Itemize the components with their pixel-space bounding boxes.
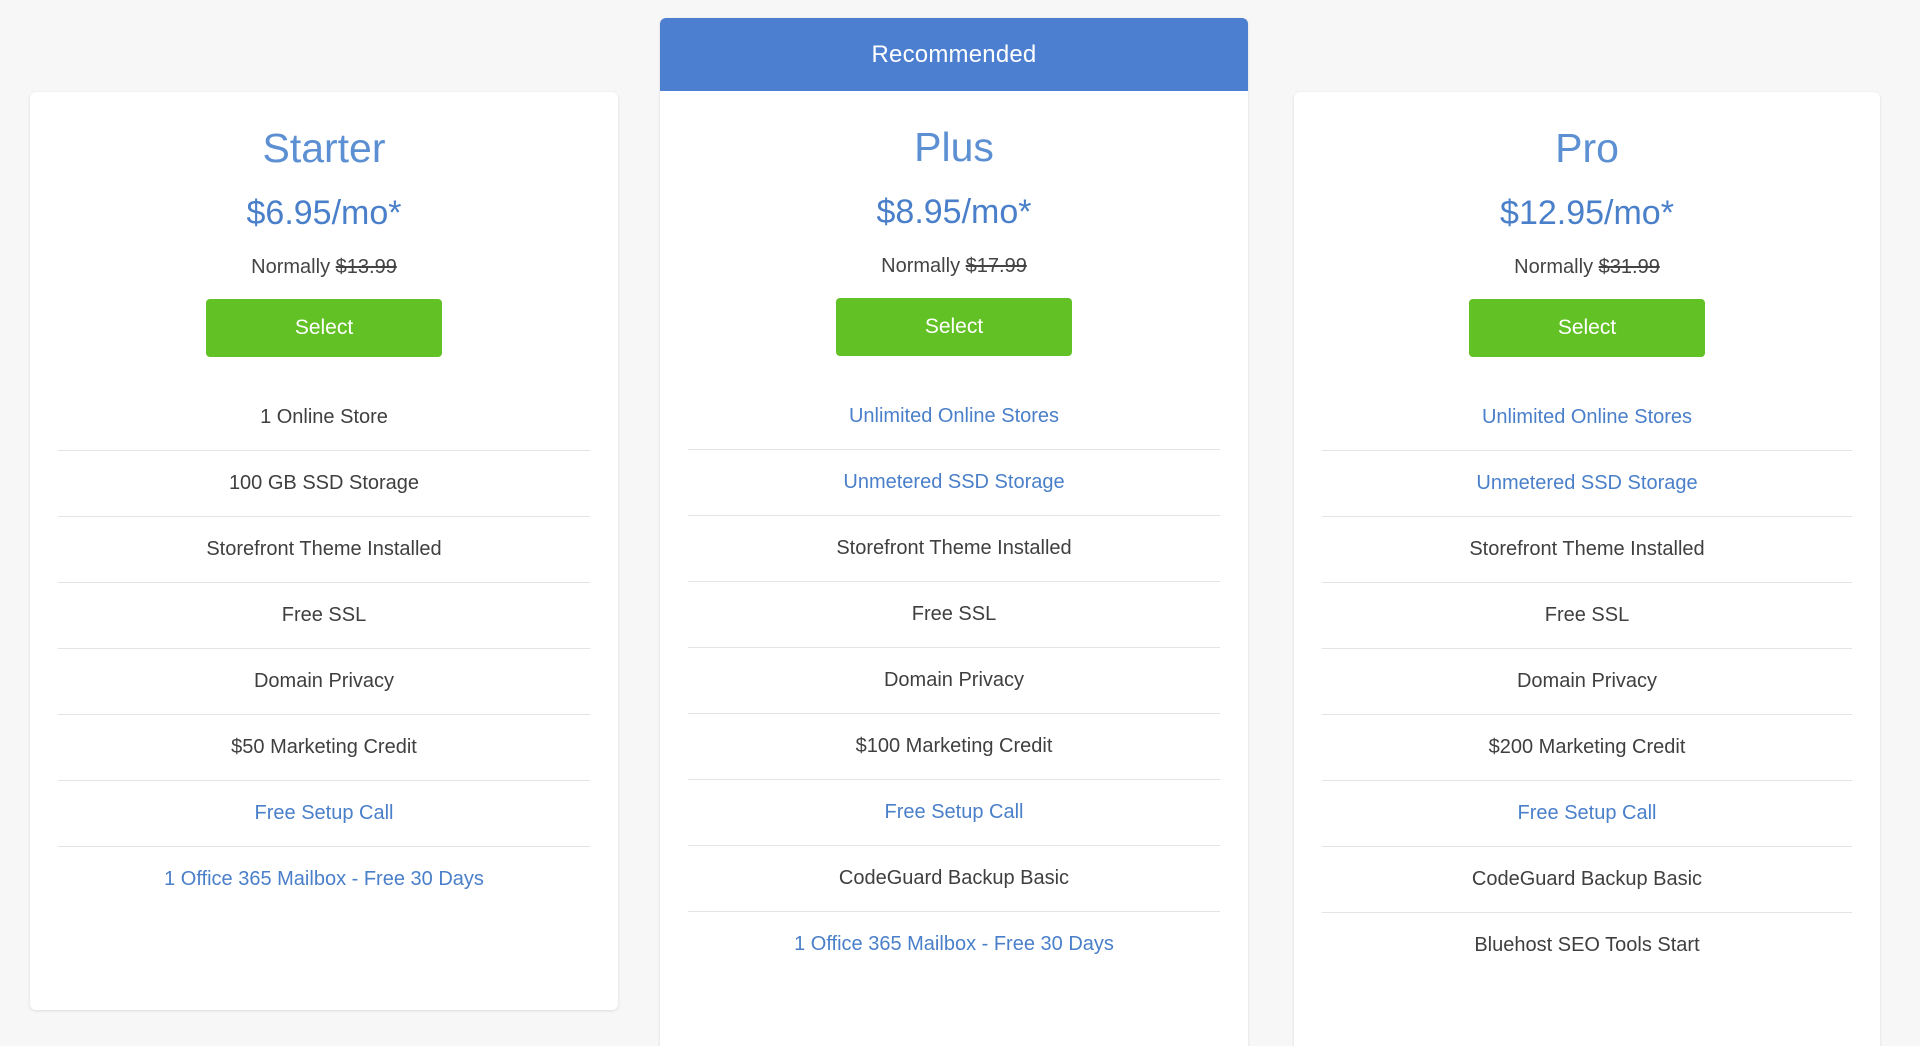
normally-label-plus: Normally: [881, 255, 960, 277]
feature-row: Domain Privacy: [688, 648, 1220, 714]
plan-normally-pro: Normally $31.99: [1294, 257, 1880, 277]
normally-label-pro: Normally: [1514, 256, 1593, 278]
feature-row[interactable]: Unmetered SSD Storage: [1322, 451, 1852, 517]
feature-row: CodeGuard Backup Basic: [1322, 847, 1852, 913]
select-button-pro[interactable]: Select: [1469, 299, 1705, 357]
feature-row: $100 Marketing Credit: [688, 714, 1220, 780]
feature-row[interactable]: 1 Office 365 Mailbox - Free 30 Days: [58, 847, 590, 912]
select-button-plus[interactable]: Select: [836, 298, 1072, 356]
feature-row[interactable]: Free Setup Call: [688, 780, 1220, 846]
feature-list-starter: 1 Online Store100 GB SSD StorageStorefro…: [58, 385, 590, 912]
normally-label-starter: Normally: [251, 256, 330, 278]
pricing-card-starter: Starter $6.95/mo* Normally $13.99 Select…: [30, 92, 618, 1010]
feature-row: Storefront Theme Installed: [1322, 517, 1852, 583]
feature-row: $50 Marketing Credit: [58, 715, 590, 781]
pricing-card-pro: Pro $12.95/mo* Normally $31.99 Select Un…: [1294, 92, 1880, 1046]
select-wrap-plus: Select: [660, 298, 1248, 356]
plan-header-pro: Pro $12.95/mo* Normally $31.99: [1294, 92, 1880, 277]
recommended-ribbon: Recommended: [660, 18, 1248, 91]
select-wrap-pro: Select: [1294, 299, 1880, 357]
plan-normally-starter: Normally $13.99: [30, 257, 618, 277]
feature-row: Storefront Theme Installed: [58, 517, 590, 583]
feature-list-plus: Unlimited Online StoresUnmetered SSD Sto…: [688, 384, 1220, 977]
pricing-card-plus: Plus $8.95/mo* Normally $17.99 Select Un…: [660, 18, 1248, 1046]
plan-price-starter: $6.95/mo*: [30, 196, 618, 230]
card-body-pro: Pro $12.95/mo* Normally $31.99 Select Un…: [1294, 92, 1880, 978]
feature-row[interactable]: Free Setup Call: [1322, 781, 1852, 847]
select-wrap-starter: Select: [30, 299, 618, 357]
card-body-plus: Plus $8.95/mo* Normally $17.99 Select Un…: [660, 18, 1248, 977]
plan-header-starter: Starter $6.95/mo* Normally $13.99: [30, 92, 618, 277]
feature-row: 1 Online Store: [58, 385, 590, 451]
pricing-page: Starter $6.95/mo* Normally $13.99 Select…: [0, 0, 1920, 1046]
recommended-label: Recommended: [872, 41, 1037, 69]
feature-row: Bluehost SEO Tools Start: [1322, 913, 1852, 978]
feature-row[interactable]: 1 Office 365 Mailbox - Free 30 Days: [688, 912, 1220, 977]
select-button-starter[interactable]: Select: [206, 299, 442, 357]
feature-row: Free SSL: [58, 583, 590, 649]
plan-price-pro: $12.95/mo*: [1294, 196, 1880, 230]
plan-header-plus: Plus $8.95/mo* Normally $17.99: [660, 91, 1248, 276]
normally-price-plus: $17.99: [966, 255, 1027, 277]
card-body-starter: Starter $6.95/mo* Normally $13.99 Select…: [30, 92, 618, 912]
feature-row[interactable]: Unlimited Online Stores: [688, 384, 1220, 450]
feature-row: Domain Privacy: [1322, 649, 1852, 715]
feature-row: Free SSL: [1322, 583, 1852, 649]
feature-row: 100 GB SSD Storage: [58, 451, 590, 517]
plan-name-pro: Pro: [1294, 128, 1880, 169]
feature-row: Free SSL: [688, 582, 1220, 648]
feature-row[interactable]: Free Setup Call: [58, 781, 590, 847]
feature-row: Domain Privacy: [58, 649, 590, 715]
plan-price-plus: $8.95/mo*: [660, 195, 1248, 229]
feature-row: $200 Marketing Credit: [1322, 715, 1852, 781]
plan-name-starter: Starter: [30, 128, 618, 169]
plan-normally-plus: Normally $17.99: [660, 256, 1248, 276]
feature-list-pro: Unlimited Online StoresUnmetered SSD Sto…: [1322, 385, 1852, 978]
normally-price-pro: $31.99: [1599, 256, 1660, 278]
feature-row: Storefront Theme Installed: [688, 516, 1220, 582]
plan-name-plus: Plus: [660, 127, 1248, 168]
feature-row: CodeGuard Backup Basic: [688, 846, 1220, 912]
normally-price-starter: $13.99: [336, 256, 397, 278]
feature-row[interactable]: Unlimited Online Stores: [1322, 385, 1852, 451]
feature-row[interactable]: Unmetered SSD Storage: [688, 450, 1220, 516]
